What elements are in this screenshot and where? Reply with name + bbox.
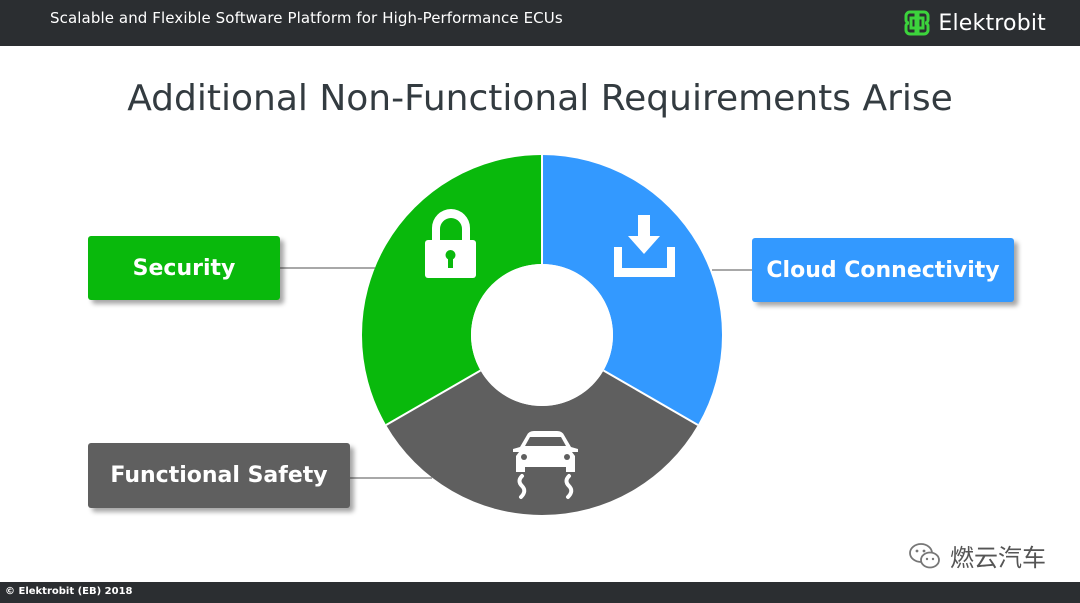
wechat-icon: [909, 542, 940, 568]
copyright-text: © Elektrobit (EB) 2018: [5, 586, 133, 597]
security-label-box: Security: [88, 236, 280, 300]
donut-hole: [471, 264, 613, 406]
watermark-text: 燃云汽车: [950, 544, 1046, 572]
watermark: 燃云汽车: [908, 538, 1046, 573]
footer-bar: © Elektrobit (EB) 2018: [0, 582, 1080, 603]
cloud-connectivity-label-box: Cloud Connectivity: [752, 238, 1014, 302]
functional-safety-label-box: Functional Safety: [88, 443, 350, 508]
